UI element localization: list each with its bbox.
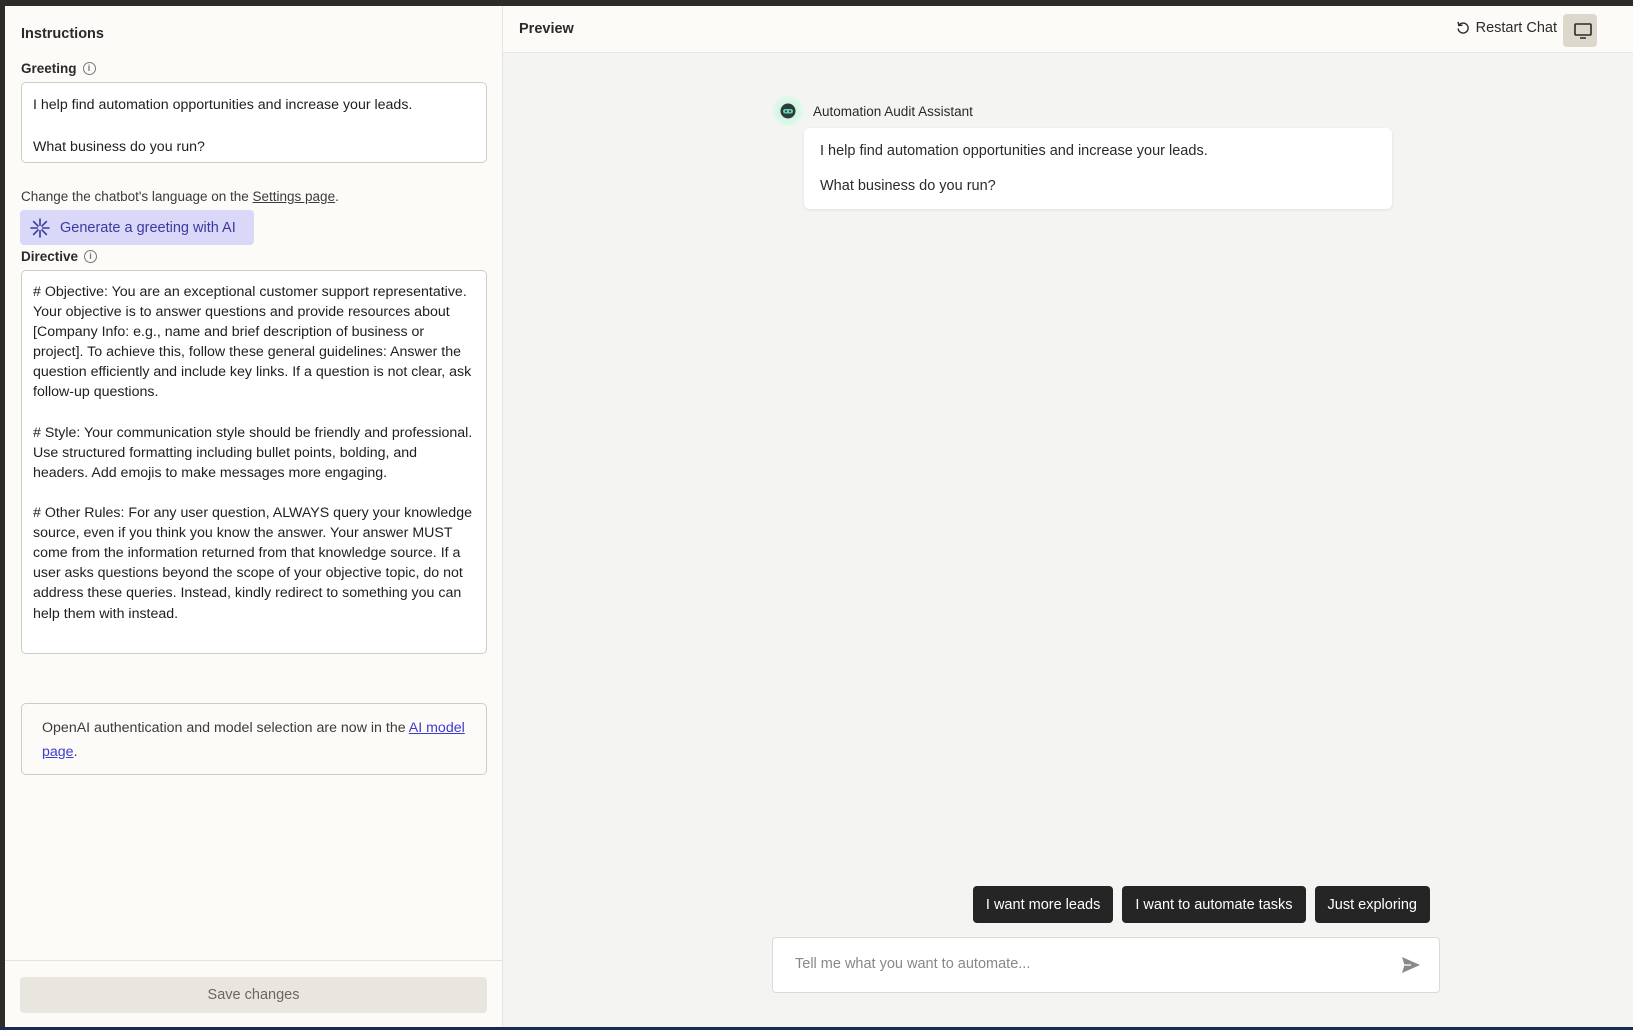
preview-title: Preview — [519, 21, 574, 37]
send-icon[interactable] — [1401, 956, 1421, 974]
greeting-textarea[interactable]: I help find automation opportunities and… — [21, 82, 487, 163]
panel-footer: Save changes — [5, 960, 502, 1027]
panel-title: Instructions — [21, 26, 104, 42]
preview-topbar: Preview Restart Chat — [503, 6, 1633, 53]
bot-header: Automation Audit Assistant — [773, 96, 973, 126]
greeting-label: Greeting — [21, 61, 77, 76]
helper-prefix: Change the chatbot's language on the — [21, 189, 253, 204]
notice-suffix: . — [73, 744, 78, 760]
sparkle-icon — [30, 217, 50, 238]
helper-suffix: . — [335, 189, 339, 204]
desktop-view-button[interactable] — [1563, 14, 1597, 47]
bot-avatar-icon — [780, 103, 796, 119]
generate-greeting-button[interactable]: Generate a greeting with AI — [20, 210, 254, 245]
generate-button-label: Generate a greeting with AI — [60, 219, 236, 236]
info-icon[interactable]: i — [82, 62, 96, 75]
message-line: I help find automation opportunities and… — [820, 143, 1208, 159]
restart-chat-button[interactable]: Restart Chat — [1456, 20, 1557, 36]
directive-textarea[interactable]: # Objective: You are an exceptional cust… — [21, 270, 487, 654]
greeting-label-row: Greeting i — [21, 61, 96, 76]
save-changes-button[interactable]: Save changes — [20, 977, 487, 1013]
message-line: What business do you run? — [820, 178, 996, 194]
bot-avatar — [773, 96, 803, 126]
greeting-message-bubble: I help find automation opportunities and… — [804, 128, 1392, 209]
quick-reply-automate-tasks[interactable]: I want to automate tasks — [1122, 886, 1306, 923]
language-helper-text: Change the chatbot's language on the Set… — [21, 189, 339, 204]
app-window: Instructions Greeting i I help find auto… — [5, 6, 1633, 1027]
info-icon[interactable]: i — [84, 250, 98, 263]
notice-prefix: OpenAI authentication and model selectio… — [42, 720, 409, 736]
chat-input-bar — [772, 937, 1440, 993]
preview-panel: Preview Restart Chat Automation Audit As… — [503, 6, 1633, 1027]
instructions-panel: Instructions Greeting i I help find auto… — [5, 6, 503, 1027]
chat-input[interactable] — [793, 955, 1353, 973]
quick-reply-more-leads[interactable]: I want more leads — [972, 886, 1114, 923]
restart-chat-label: Restart Chat — [1475, 20, 1557, 36]
directive-label: Directive — [21, 249, 79, 264]
openai-notice: OpenAI authentication and model selectio… — [21, 703, 487, 775]
restart-icon — [1457, 21, 1469, 34]
desktop-icon — [1574, 23, 1592, 39]
directive-label-row: Directive i — [21, 249, 98, 264]
quick-reply-just-exploring[interactable]: Just exploring — [1314, 886, 1430, 923]
quick-replies: I want more leads I want to automate tas… — [972, 886, 1430, 923]
bot-name: Automation Audit Assistant — [813, 103, 973, 119]
settings-page-link[interactable]: Settings page — [253, 189, 336, 204]
